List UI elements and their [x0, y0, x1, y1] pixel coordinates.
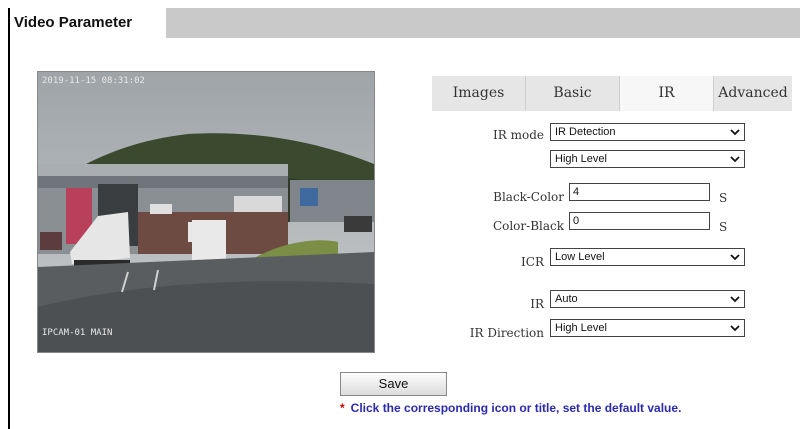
black-color-label: Black-Color	[493, 190, 564, 204]
ir-label: IR	[530, 297, 544, 311]
chevron-down-icon	[730, 129, 740, 136]
ir-mode-level-value: High Level	[555, 153, 607, 165]
left-border	[8, 8, 10, 429]
tab-images[interactable]: Images	[432, 76, 526, 111]
camera-timestamp: 2019-11-15 08:31:02	[42, 76, 145, 86]
camera-preview: 2019-11-15 08:31:02 IPCAM-01 MAIN	[37, 71, 375, 353]
tab-ir[interactable]: IR	[620, 76, 714, 111]
chevron-down-icon	[730, 296, 740, 303]
ir-direction-label: IR Direction	[469, 326, 544, 340]
black-color-input[interactable]: 4	[569, 183, 710, 201]
ir-mode-level-select[interactable]: High Level	[550, 150, 745, 168]
chevron-down-icon	[730, 325, 740, 332]
default-value-note: * Click the corresponding icon or title, …	[340, 401, 681, 415]
note-text: Click the corresponding icon or title, s…	[350, 401, 682, 415]
icr-label: ICR	[521, 255, 544, 269]
color-black-label: Color-Black	[492, 219, 564, 233]
chevron-down-icon	[730, 156, 740, 163]
color-black-input[interactable]: 0	[569, 212, 710, 230]
black-color-unit: S	[719, 191, 728, 205]
ir-mode-value: IR Detection	[555, 126, 616, 138]
ir-value: Auto	[555, 293, 578, 305]
ir-mode-select[interactable]: IR Detection	[550, 123, 745, 141]
ir-direction-select[interactable]: High Level	[550, 319, 745, 337]
note-marker: *	[340, 401, 345, 415]
color-black-unit: S	[719, 220, 728, 234]
tab-advanced[interactable]: Advanced	[714, 76, 792, 111]
camera-image	[38, 72, 374, 352]
icr-select[interactable]: Low Level	[550, 248, 745, 266]
icr-value: Low Level	[555, 251, 605, 263]
ir-select[interactable]: Auto	[550, 290, 745, 308]
camera-channel-tag: IPCAM-01 MAIN	[42, 328, 113, 338]
save-button[interactable]: Save	[340, 372, 447, 396]
settings-tabs: Images Basic IR Advanced	[432, 76, 792, 111]
page-title: Video Parameter	[10, 8, 166, 38]
tab-basic[interactable]: Basic	[526, 76, 620, 111]
ir-mode-label: IR mode	[493, 128, 544, 142]
chevron-down-icon	[730, 254, 740, 261]
ir-direction-value: High Level	[555, 322, 607, 334]
